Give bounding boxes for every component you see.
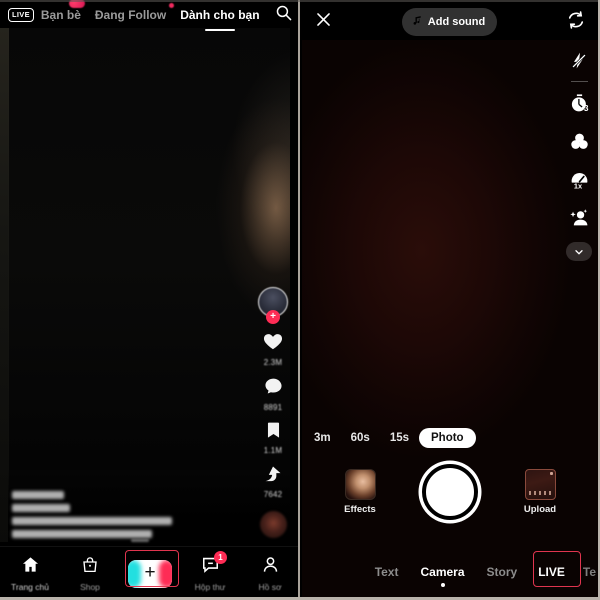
camera-top-bar: Add sound [300, 0, 600, 44]
video-action-rail: + 2.3M 8891 1.1M 7642 [254, 287, 292, 538]
upload-button[interactable]: Upload [514, 469, 566, 515]
add-sound-button[interactable]: Add sound [401, 8, 498, 36]
video-caption-block [12, 491, 212, 538]
profile-person-icon[interactable] [261, 555, 280, 579]
video-progress-bar[interactable] [131, 539, 150, 542]
heart-icon[interactable] [262, 330, 284, 357]
svg-text:3: 3 [583, 102, 588, 112]
flip-camera-icon[interactable] [566, 10, 586, 35]
feed-video-player[interactable] [8, 28, 290, 542]
window-top-edge [0, 0, 600, 2]
share-count: 7642 [263, 490, 283, 499]
shutter-button[interactable] [422, 464, 478, 520]
duration-selector: 3m 60s 15s Photo [300, 428, 600, 448]
like-count: 2.3M [263, 358, 283, 367]
capture-controls-row: Effects Upload [300, 456, 600, 528]
home-icon[interactable] [21, 555, 40, 579]
feed-top-tabbar: LIVE Bạn bè Đang Follow Dành cho bạn [0, 0, 298, 30]
comment-count: 8891 [263, 403, 283, 412]
duration-option-3m[interactable]: 3m [304, 428, 341, 448]
inbox-badge: 1 [214, 551, 227, 564]
timer-icon[interactable]: 3 [562, 84, 596, 122]
screenshot-root: LIVE Bạn bè Đang Follow Dành cho bạn + 2… [0, 0, 600, 600]
spinning-music-disc-icon[interactable] [259, 511, 287, 538]
search-icon[interactable] [275, 4, 292, 26]
tab-for-you[interactable]: Dành cho bạn [173, 8, 266, 22]
shop-bag-icon[interactable] [81, 556, 99, 579]
bookmark-button[interactable]: 1.1M [264, 421, 283, 455]
comment-icon[interactable] [263, 376, 284, 402]
tab-following[interactable]: Đang Follow [88, 3, 175, 22]
effects-thumbnail-icon[interactable] [344, 469, 376, 500]
nav-item-home[interactable]: Trang chủ [1, 555, 59, 592]
mode-tab-templates-cutoff[interactable]: Te [575, 565, 600, 579]
author-avatar-wrapper[interactable]: + [258, 287, 288, 324]
caption-line-1 [12, 504, 70, 512]
mode-tab-live[interactable]: LIVE [528, 565, 575, 579]
caption-line-3 [12, 530, 152, 538]
filters-icon[interactable] [562, 122, 596, 160]
tab-for-you-label: Dành cho bạn [180, 8, 260, 22]
mode-tab-camera[interactable]: Camera [409, 565, 475, 579]
share-arrow-icon[interactable] [263, 464, 283, 489]
caption-line-2 [12, 517, 172, 525]
duration-option-60s[interactable]: 60s [341, 428, 380, 448]
video-left-edge-decor [0, 28, 9, 542]
speed-icon[interactable]: 1x [562, 160, 596, 198]
bookmark-icon[interactable] [264, 421, 283, 445]
comment-button[interactable]: 8891 [263, 376, 284, 412]
camera-mode-tabs: Text Camera Story LIVE Te [300, 544, 600, 600]
tiktok-feed-panel: LIVE Bạn bè Đang Follow Dành cho bạn + 2… [0, 0, 300, 600]
upload-gallery-icon[interactable] [524, 469, 556, 500]
mode-tab-text[interactable]: Text [364, 565, 410, 579]
camera-panel: Add sound 3 1x 3m 60s 15s Photo Effects … [300, 0, 600, 600]
nav-item-profile-label: Hồ sơ [258, 582, 282, 592]
tool-rail-divider [570, 81, 588, 82]
nav-item-home-label: Trang chủ [11, 582, 49, 592]
effects-label: Effects [344, 504, 376, 515]
flash-off-icon[interactable] [562, 42, 596, 80]
tab-friends[interactable]: Bạn bè [34, 0, 88, 22]
bookmark-count: 1.1M [263, 446, 283, 455]
nav-item-create[interactable]: + [121, 559, 179, 588]
camera-tool-rail: 3 1x [562, 42, 596, 261]
duration-option-15s[interactable]: 15s [380, 428, 419, 448]
like-button[interactable]: 2.3M [262, 330, 284, 367]
live-badge[interactable]: LIVE [8, 8, 34, 22]
nav-item-inbox-label: Hộp thư [194, 582, 226, 592]
svg-text:1x: 1x [573, 181, 582, 190]
feed-bottom-nav: Trang chủ Shop + 1 Hộp thư Hồ sơ [0, 546, 298, 600]
nav-item-profile[interactable]: Hồ sơ [241, 555, 298, 592]
add-sound-label: Add sound [427, 16, 486, 28]
tab-friends-label: Bạn bè [40, 8, 81, 22]
nav-item-shop-label: Shop [80, 581, 100, 592]
nav-item-shop[interactable]: Shop [61, 556, 119, 592]
upload-label: Upload [523, 504, 557, 515]
close-icon[interactable] [314, 10, 333, 34]
share-button[interactable]: 7642 [263, 464, 283, 499]
effects-button[interactable]: Effects [334, 469, 386, 515]
chevron-down-icon[interactable] [566, 242, 592, 261]
caption-author-line [12, 491, 64, 499]
music-note-icon [412, 13, 423, 31]
create-plus-icon[interactable]: + [128, 559, 172, 588]
follow-button[interactable]: + [266, 310, 280, 324]
enhance-icon[interactable] [562, 198, 596, 236]
tab-following-label: Đang Follow [94, 8, 167, 22]
mode-tab-story[interactable]: Story [476, 565, 529, 579]
duration-option-photo[interactable]: Photo [419, 428, 476, 448]
nav-item-inbox[interactable]: 1 Hộp thư [181, 551, 239, 592]
